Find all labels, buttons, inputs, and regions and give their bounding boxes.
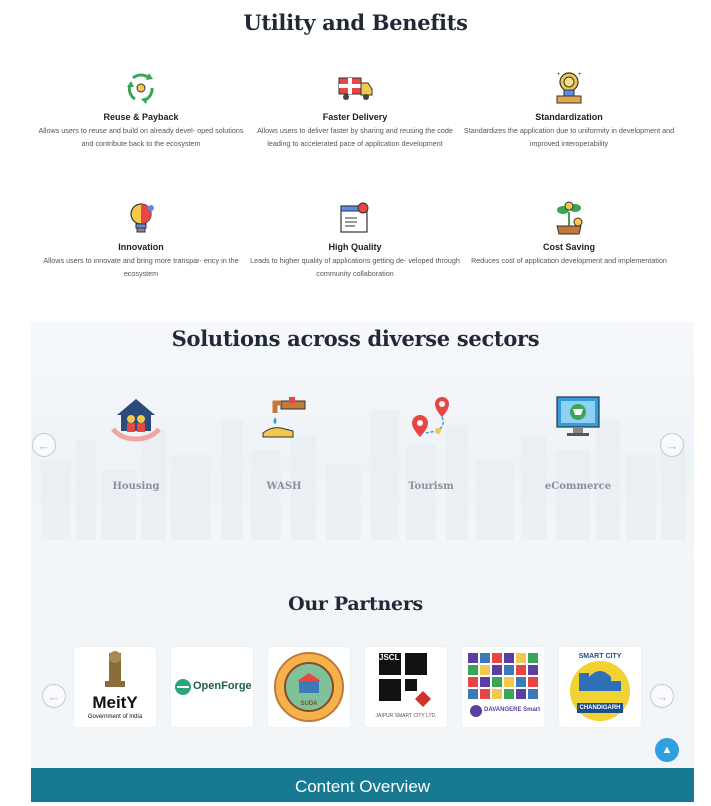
benefit-high-quality: High Quality Leads to higher quality of …: [248, 198, 462, 280]
partners-title: Our Partners: [288, 593, 423, 615]
benefit-description: Leads to higher quality of applications …: [250, 256, 460, 278]
partners-prev-arrow-icon[interactable]: ←: [42, 684, 66, 708]
benefit-innovation: Innovation Allows users to innovate and …: [34, 198, 248, 280]
partners-next-arrow-icon[interactable]: →: [650, 684, 674, 708]
sector-ecommerce[interactable]: eCommerce: [518, 393, 638, 492]
partner-logo-chandigarh[interactable]: SMART CITY CHANDIGARH: [559, 647, 641, 727]
benefit-description: Standardizes the application due to unif…: [463, 126, 675, 148]
benefit-name: Standardization: [535, 112, 603, 122]
partner-caption: JAIPUR SMART CITY LTD.: [375, 713, 437, 719]
svg-text:+: +: [578, 72, 582, 78]
benefit-description: Allows users to innovate and bring more …: [43, 256, 239, 278]
suda-seal-icon: [274, 652, 344, 722]
money-plant-icon: [556, 201, 583, 235]
sector-tourism[interactable]: Tourism: [371, 393, 491, 492]
benefit-name: Faster Delivery: [322, 112, 388, 122]
benefit-name: Innovation: [118, 242, 164, 252]
housing-icon: [111, 399, 161, 442]
sectors-prev-arrow-icon[interactable]: ←: [32, 433, 56, 457]
partner-caption: CHANDIGARH: [579, 705, 621, 711]
benefit-name: High Quality: [328, 242, 382, 252]
benefit-name: Reuse & Payback: [103, 112, 179, 122]
recycle-icon: [127, 73, 154, 104]
sectors-title: Solutions across diverse sectors: [171, 326, 540, 351]
partner-name: JSCL: [379, 653, 400, 662]
delivery-truck-icon: [338, 77, 373, 100]
partner-logo-davangere[interactable]: DAVANGERE Smart: [462, 647, 544, 727]
benefits-title: Utility and Benefits: [243, 10, 468, 35]
svg-text:+: +: [557, 72, 561, 78]
benefit-cost-saving: Cost Saving Reduces cost of application …: [462, 198, 676, 280]
sector-name: eCommerce: [544, 481, 612, 492]
sector-name: WASH: [266, 481, 302, 492]
benefit-reuse-payback: Reuse & Payback Allows users to reuse an…: [34, 68, 248, 150]
partner-name: SUDA: [300, 701, 318, 707]
partner-logo-jscl[interactable]: JSCL JAIPUR SMART CITY LTD.: [365, 647, 447, 727]
benefit-name: Cost Saving: [542, 242, 595, 252]
partner-name: MeitY: [92, 693, 138, 712]
benefit-description: Reduces cost of application development …: [471, 256, 667, 265]
partner-name: DAVANGERE Smart: [484, 707, 541, 713]
davangere-mosaic-icon: [468, 653, 538, 717]
award-medal-icon: + +: [556, 72, 582, 104]
sector-name: Tourism: [408, 481, 454, 492]
partner-name: OpenForge: [193, 680, 252, 692]
idea-bulb-icon: [130, 203, 154, 233]
partner-caption: Government of India: [87, 714, 143, 720]
scroll-to-top-button[interactable]: ▲: [655, 738, 679, 762]
map-pin-route-icon: [412, 397, 449, 437]
sector-name: Housing: [112, 481, 160, 492]
water-tap-icon: [262, 397, 306, 438]
sectors-next-arrow-icon[interactable]: →: [660, 433, 684, 457]
benefit-faster-delivery: Faster Delivery Allows users to deliver …: [248, 68, 462, 150]
partner-logo-openforge[interactable]: OpenForge: [171, 647, 253, 727]
benefit-description: Allows users to reuse and build on alrea…: [38, 126, 244, 148]
sector-housing[interactable]: Housing: [76, 393, 196, 492]
quality-certificate-icon: [340, 202, 369, 233]
ecommerce-monitor-icon: [556, 396, 600, 436]
content-overview-bar[interactable]: Content Overview: [31, 768, 694, 802]
partner-name: SMART CITY: [578, 653, 622, 660]
sector-wash[interactable]: WASH: [224, 393, 344, 492]
benefit-standardization: + + Standardization Standardizes the app…: [462, 68, 676, 150]
benefit-description: Allows users to deliver faster by sharin…: [257, 126, 453, 148]
partner-logo-suda[interactable]: SUDA: [268, 647, 350, 727]
partner-logo-meity[interactable]: MeitY Government of India: [74, 647, 156, 727]
